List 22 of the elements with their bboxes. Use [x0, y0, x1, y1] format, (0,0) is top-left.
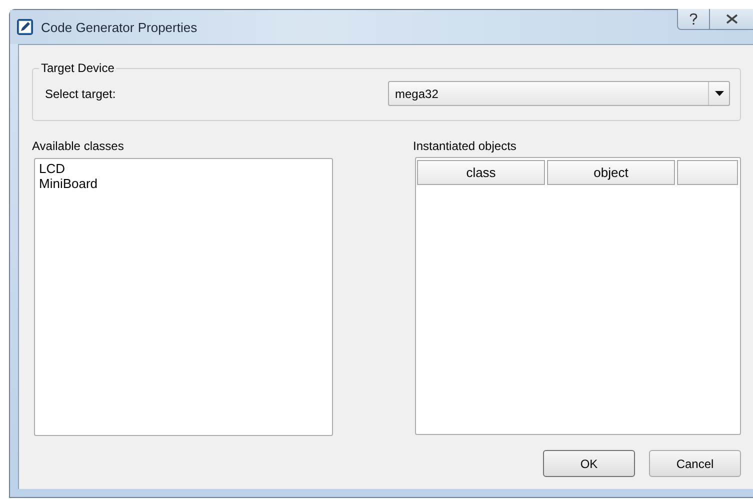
column-header[interactable]: class — [417, 160, 545, 185]
classes-list[interactable]: LCD MiniBoard — [34, 158, 333, 436]
objects-table[interactable]: class object — [415, 157, 741, 435]
dialog-button[interactable]: OK — [543, 450, 635, 477]
list-item[interactable]: MiniBoard — [39, 176, 328, 191]
column-header[interactable]: object — [547, 160, 675, 185]
list-item[interactable]: LCD — [39, 161, 328, 176]
help-button[interactable] — [677, 9, 710, 30]
pen-icon — [17, 19, 33, 35]
dialog-button[interactable]: Cancel — [649, 450, 741, 477]
close-icon — [726, 14, 738, 24]
help-icon — [689, 12, 698, 26]
window-title: Code Generator Properties — [41, 20, 198, 34]
select-target-label: Select target: — [45, 86, 116, 100]
header-filler — [677, 160, 738, 185]
instantiated-objects-label: Instantiated objects — [413, 139, 518, 155]
dropdown-arrow-icon — [714, 91, 724, 96]
dropdown-value: mega32 — [395, 86, 438, 100]
group-title: Target Device — [40, 61, 116, 75]
target-dropdown[interactable]: mega32 — [388, 81, 730, 106]
available-classes-label: Available classes — [32, 139, 125, 155]
close-button[interactable] — [710, 9, 753, 30]
